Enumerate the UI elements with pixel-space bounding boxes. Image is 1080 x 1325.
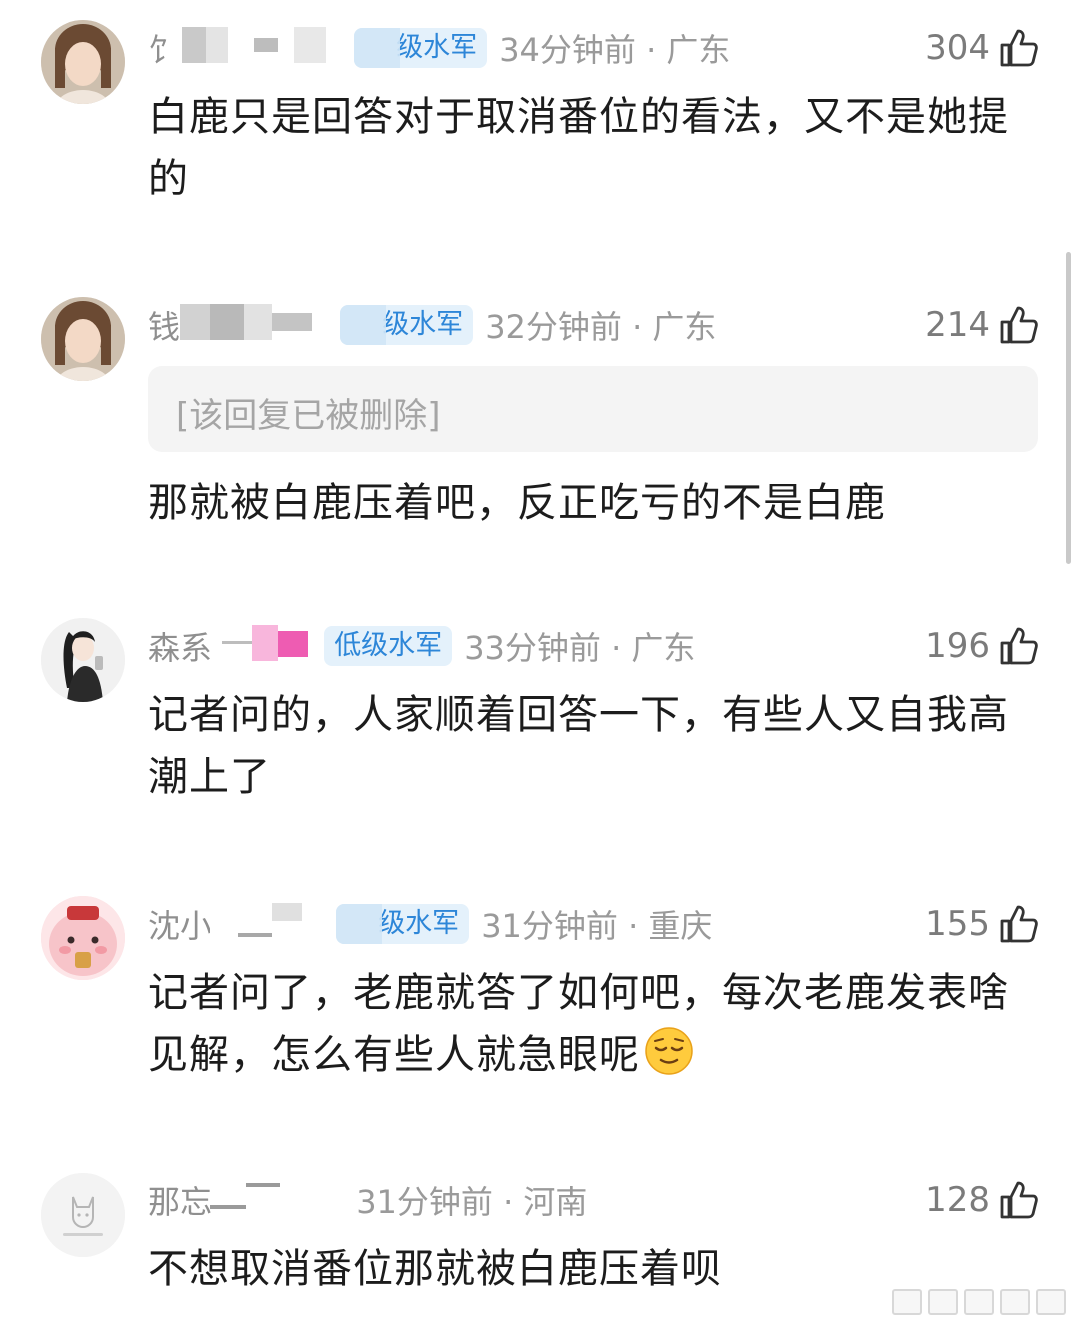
thumbs-up-icon bbox=[1000, 306, 1038, 344]
username[interactable]: 那忘 bbox=[148, 1177, 342, 1223]
user-avatar-icon bbox=[41, 896, 125, 980]
avatar[interactable] bbox=[41, 297, 125, 381]
like-count: 155 bbox=[925, 904, 990, 944]
avatar[interactable] bbox=[41, 1173, 125, 1257]
user-level-badge: 低级水军 bbox=[324, 626, 453, 666]
watermark bbox=[892, 1289, 1066, 1315]
username[interactable]: 森系 bbox=[148, 623, 310, 669]
comment-meta: 那忘 31分钟前 · 河南 bbox=[148, 1178, 587, 1222]
relieved-face-emoji-icon bbox=[645, 1027, 693, 1075]
user-level-badge: 级水军 bbox=[340, 305, 474, 345]
user-avatar-icon bbox=[41, 297, 125, 381]
comment-meta: 沈小 级水军 31分钟前 · 重庆 bbox=[148, 902, 712, 946]
comment-text: 记者问的，人家顺着回答一下，有些人又自我高潮上了 bbox=[148, 692, 1009, 800]
avatar[interactable] bbox=[41, 20, 125, 104]
comment-text: 记者问了，老鹿就答了如何吧，每次老鹿发表啥见解，怎么有些人就急眼呢 bbox=[148, 962, 1038, 1086]
time-location: 33分钟前 · 广东 bbox=[464, 629, 696, 667]
like-button[interactable]: 214 bbox=[925, 303, 1040, 347]
like-count: 196 bbox=[925, 626, 990, 666]
username[interactable]: 沈小 bbox=[148, 901, 322, 947]
comment-meta: 钱 级水军 32分钟前 · 广东 bbox=[148, 303, 716, 347]
thumbs-up-icon bbox=[1000, 627, 1038, 665]
time-location: 32分钟前 · 广东 bbox=[485, 308, 717, 346]
scrollbar[interactable] bbox=[1066, 252, 1071, 564]
like-button[interactable]: 304 bbox=[925, 26, 1040, 70]
user-level-badge: 级水军 bbox=[354, 28, 488, 68]
deleted-reply-notice: [该回复已被删除] bbox=[176, 396, 441, 436]
user-avatar-icon bbox=[41, 618, 125, 702]
comment-meta: 森系 低级水军 33分钟前 · 广东 bbox=[148, 624, 695, 668]
like-count: 214 bbox=[925, 305, 990, 345]
user-avatar-icon bbox=[41, 20, 125, 104]
like-count: 128 bbox=[925, 1180, 990, 1220]
deactivated-user-avatar-icon bbox=[41, 1173, 125, 1257]
comment-meta: 饣 级水军 34分钟前 · 广东 bbox=[148, 26, 730, 70]
thumbs-up-icon bbox=[1000, 1181, 1038, 1219]
like-button[interactable]: 196 bbox=[925, 624, 1040, 668]
avatar[interactable] bbox=[41, 896, 125, 980]
comment-text-content: 记者问了，老鹿就答了如何吧，每次老鹿发表啥见解，怎么有些人就急眼呢 bbox=[148, 970, 1009, 1078]
username[interactable]: 饣 bbox=[148, 25, 340, 71]
like-count: 304 bbox=[925, 28, 990, 68]
comment-text: 那就被白鹿压着吧，反正吃亏的不是白鹿 bbox=[148, 480, 886, 526]
time-location: 31分钟前 · 重庆 bbox=[481, 907, 713, 945]
user-level-badge: 级水军 bbox=[336, 904, 470, 944]
avatar[interactable] bbox=[41, 618, 125, 702]
time-location: 31分钟前 · 河南 bbox=[356, 1183, 588, 1221]
username[interactable]: 钱 bbox=[148, 302, 326, 348]
quoted-reply: [该回复已被删除] bbox=[148, 366, 1038, 452]
thumbs-up-icon bbox=[1000, 905, 1038, 943]
thumbs-up-icon bbox=[1000, 29, 1038, 67]
comment-text: 白鹿只是回答对于取消番位的看法，又不是她提的 bbox=[148, 94, 1009, 202]
time-location: 34分钟前 · 广东 bbox=[499, 31, 731, 69]
like-button[interactable]: 128 bbox=[925, 1178, 1040, 1222]
like-button[interactable]: 155 bbox=[925, 902, 1040, 946]
